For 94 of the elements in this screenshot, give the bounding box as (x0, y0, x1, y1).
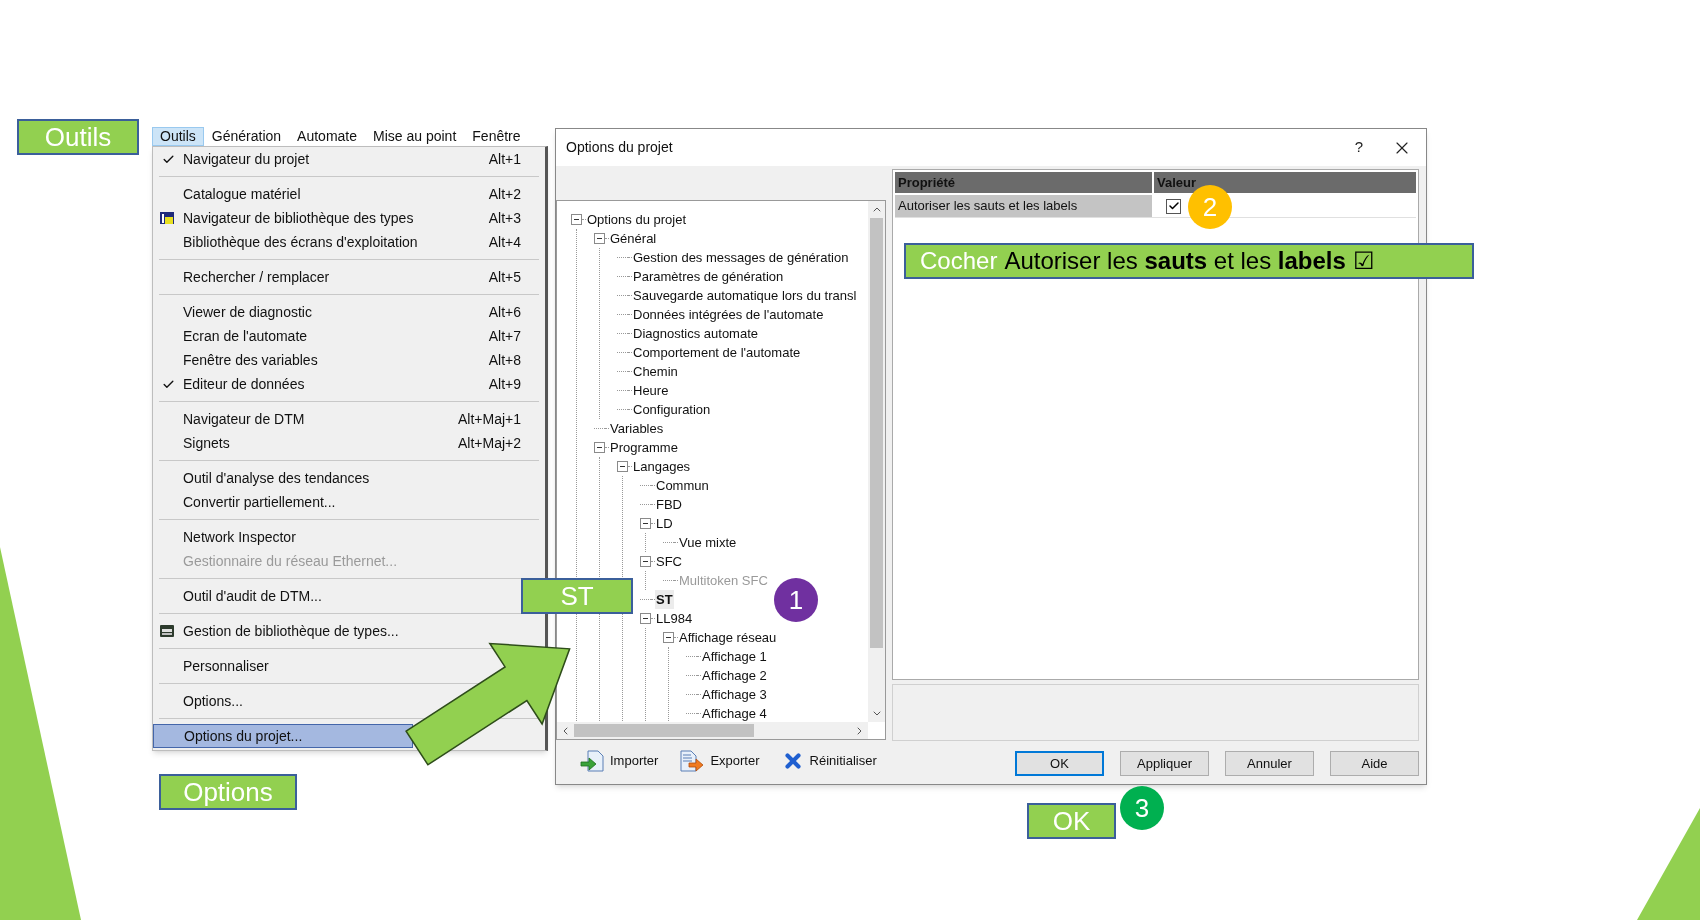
property-cell[interactable]: Autoriser les sauts et les labels (895, 195, 1154, 217)
tree-item[interactable]: Affichage 3 (701, 684, 768, 705)
shortcut-text: Alt+Maj+2 (457, 433, 521, 453)
menu-item[interactable]: Catalogue matériel Alt+2 (153, 182, 545, 206)
menu-item[interactable]: Bibliothèque des écrans d'exploitation Alt+4 (153, 230, 545, 254)
menu-item[interactable]: Navigateur de DTM Alt+Maj+1 (153, 407, 545, 431)
callout-label: Options (159, 774, 297, 810)
menu-item[interactable]: Navigateur du projet Alt+1 (153, 147, 545, 171)
menu-item[interactable]: Ecran de l'automate Alt+7 (153, 324, 545, 348)
menu-bar-item[interactable]: Mise au point (365, 127, 465, 146)
menu-item[interactable]: Rechercher / remplacer Alt+5 (153, 265, 545, 289)
shortcut-text: Alt+7 (488, 326, 521, 346)
tree-item[interactable]: Diagnostics automate (632, 323, 759, 344)
collapse-icon[interactable] (640, 556, 651, 567)
tree-item[interactable]: FBD (655, 494, 683, 515)
export-icon (680, 750, 705, 772)
collapse-icon[interactable] (594, 442, 605, 453)
menu-item[interactable]: Navigateur de bibliothèque des types Alt+3 (153, 206, 545, 230)
window-title: Options du projet (566, 138, 674, 157)
dialog-button[interactable]: Annuler (1225, 751, 1314, 776)
tree-item[interactable]: Options du projet (586, 209, 687, 230)
tree-item[interactable]: ST (655, 589, 674, 610)
tree-item[interactable]: Configuration (632, 399, 712, 420)
dialog-button[interactable]: OK (1015, 751, 1104, 776)
menu-item[interactable]: Editeur de données Alt+9 (153, 372, 545, 396)
collapse-icon[interactable] (617, 461, 628, 472)
horizontal-scrollbar[interactable] (557, 722, 868, 739)
shortcut-text: Alt+9 (488, 374, 521, 394)
step-badge: 3 (1120, 786, 1164, 830)
tree-item[interactable]: Langages (632, 456, 692, 477)
column-header: Propriété (895, 172, 1154, 193)
menu-item[interactable]: Gestion de bibliothèque de types... (153, 619, 409, 643)
collapse-icon[interactable] (640, 613, 651, 624)
menu-bar-item[interactable]: Automate (289, 127, 365, 146)
tree-item[interactable]: Vue mixte (678, 532, 738, 553)
toolbar-button[interactable]: Exporter (680, 750, 760, 772)
callout-label: ST (521, 578, 633, 614)
vertical-scrollbar[interactable] (868, 201, 885, 722)
shortcut-text: Alt+3 (488, 208, 521, 228)
menu-item[interactable]: Personnaliser (153, 654, 279, 678)
tree-item[interactable]: Heure (632, 380, 670, 401)
tree-item[interactable]: Affichage 1 (701, 646, 768, 667)
shortcut-text: Alt+2 (488, 184, 521, 204)
tree-item[interactable]: Gestion des messages de génération (632, 247, 850, 268)
shortcut-text: Alt+5 (488, 267, 521, 287)
collapse-icon[interactable] (571, 214, 582, 225)
library-icon (159, 623, 175, 639)
menu-item[interactable]: Signets Alt+Maj+2 (153, 431, 545, 455)
shortcut-text: Alt+1 (488, 149, 521, 169)
dialog-button[interactable]: Aide (1330, 751, 1419, 776)
tree-item[interactable]: SFC (655, 551, 683, 572)
tree-item[interactable]: Commun (655, 475, 710, 496)
tree-item[interactable]: Comportement de l'automate (632, 342, 802, 363)
tree-item[interactable]: Sauvegarde automatique lors du transl (632, 285, 858, 306)
help-button[interactable]: ? (1344, 133, 1374, 162)
menu-bar-item[interactable]: Génération (203, 127, 290, 146)
menu-bar-item[interactable]: Fenêtre (464, 127, 529, 146)
tree-item[interactable]: Affichage 2 (701, 665, 768, 686)
instruction-banner: Cocher Autoriser les sauts et les labels ☑ (904, 243, 1474, 279)
menu-item[interactable]: Options... (153, 689, 253, 713)
menu-bar-item[interactable]: Outils (152, 127, 204, 146)
tree-item[interactable]: Variables (609, 418, 665, 439)
callout-label: Outils (17, 119, 139, 155)
tree-item[interactable]: Chemin (632, 361, 679, 382)
collapse-icon[interactable] (594, 233, 605, 244)
dialog-button[interactable]: Appliquer (1120, 751, 1209, 776)
tree-item[interactable]: Programme (609, 437, 679, 458)
checkbox[interactable] (1166, 198, 1181, 214)
tree-item[interactable]: Affichage réseau (678, 627, 778, 648)
tree-item[interactable]: Données intégrées de l'automate (632, 304, 825, 325)
callout-label: OK (1027, 803, 1116, 839)
menu-item[interactable]: Fenêtre des variables Alt+8 (153, 348, 545, 372)
shortcut-text: Alt+Maj+1 (457, 409, 521, 429)
menu-item[interactable]: Options du projet... (153, 724, 413, 748)
menu-item[interactable]: Outil d'audit de DTM... (153, 584, 332, 608)
tree-item[interactable]: LD (655, 513, 674, 534)
collapse-icon[interactable] (663, 632, 674, 643)
tree-item[interactable]: Affichage 4 (701, 703, 768, 722)
tree-item[interactable]: Général (609, 228, 658, 249)
collapse-icon[interactable] (640, 518, 651, 529)
shortcut-text: Alt+6 (488, 302, 521, 322)
menu-item[interactable]: Viewer de diagnostic Alt+6 (153, 300, 545, 324)
library-icon (159, 210, 175, 226)
shortcut-text: Alt+8 (488, 350, 521, 370)
tree-item[interactable]: LL984 (655, 608, 694, 629)
import-icon (580, 750, 604, 772)
menu-item[interactable]: Network Inspector (153, 525, 306, 549)
check-icon (1167, 200, 1180, 212)
menu-item[interactable]: Convertir partiellement... (153, 490, 346, 514)
shortcut-text: Alt+4 (488, 232, 521, 252)
menu-item[interactable]: Outil d'analyse des tendances (153, 466, 380, 490)
toolbar-button[interactable]: Réinitialiser (781, 750, 877, 772)
toolbar-button[interactable]: Importer (580, 750, 659, 772)
tree-item[interactable]: Paramètres de génération (632, 266, 785, 287)
